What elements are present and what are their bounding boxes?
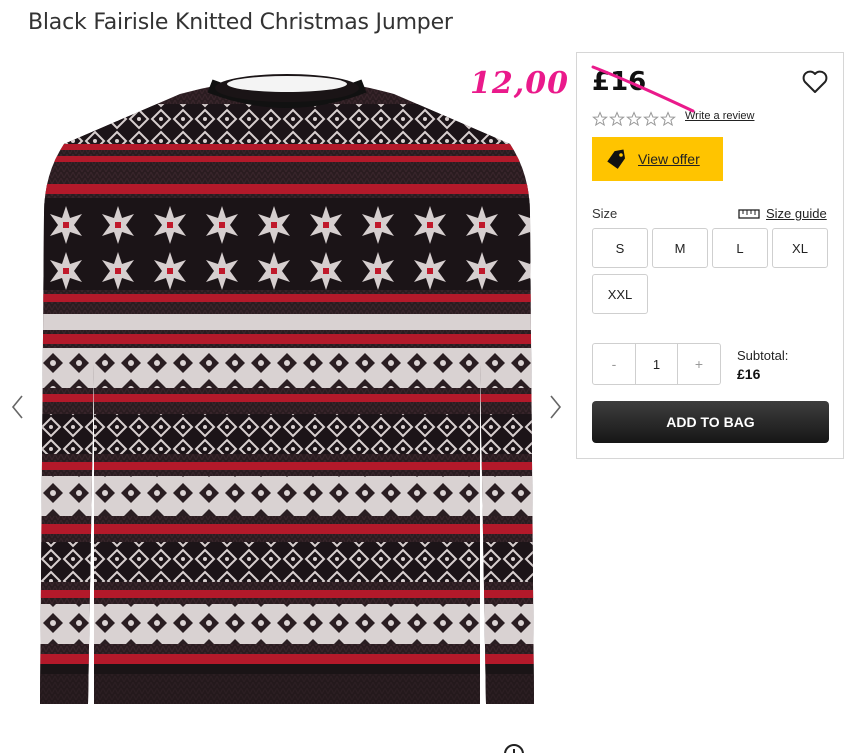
quantity-increase-button[interactable]: +: [678, 344, 720, 384]
chevron-left-icon: [11, 395, 23, 419]
rating-stars: [592, 111, 676, 127]
size-option-l[interactable]: L: [712, 228, 768, 268]
quantity-decrease-button[interactable]: -: [593, 344, 635, 384]
write-review-link[interactable]: Write a review: [685, 110, 754, 122]
star-icon: [592, 111, 608, 127]
size-option-s[interactable]: S: [592, 228, 648, 268]
subtotal-label: Subtotal:: [737, 348, 789, 363]
gallery-prev-button[interactable]: [8, 392, 28, 422]
tag-icon: [607, 149, 626, 169]
size-label: Size: [592, 206, 618, 221]
size-guide-label: Size guide: [766, 206, 827, 221]
view-offer-label: View offer: [638, 151, 700, 167]
star-icon: [660, 111, 676, 127]
star-icon: [643, 111, 659, 127]
purchase-panel: £16 Write a review View offer Size Size …: [576, 52, 844, 459]
gallery-next-button[interactable]: [545, 392, 565, 422]
view-offer-button[interactable]: View offer: [592, 137, 723, 181]
zoom-icon[interactable]: [502, 742, 526, 753]
quantity-stepper: - 1 +: [592, 343, 721, 385]
size-option-m[interactable]: M: [652, 228, 708, 268]
quantity-input[interactable]: 1: [635, 344, 678, 384]
product-title: Black Fairisle Knitted Christmas Jumper: [28, 10, 453, 35]
product-gallery: [0, 52, 575, 753]
star-icon: [609, 111, 625, 127]
subtotal-value: £16: [737, 366, 761, 382]
size-option-xxl[interactable]: XXL: [592, 274, 648, 314]
star-icon: [626, 111, 642, 127]
size-guide-link[interactable]: Size guide: [738, 206, 827, 221]
size-options: S M L XL XXL: [592, 228, 830, 314]
ruler-icon: [738, 208, 760, 219]
size-option-xl[interactable]: XL: [772, 228, 828, 268]
add-to-bag-button[interactable]: ADD TO BAG: [592, 401, 829, 443]
chevron-right-icon: [550, 395, 562, 419]
product-image[interactable]: [40, 64, 534, 722]
wishlist-heart-icon[interactable]: [801, 69, 829, 95]
product-price: £16: [592, 67, 647, 97]
handwritten-price-annotation: 12,00: [470, 66, 569, 101]
